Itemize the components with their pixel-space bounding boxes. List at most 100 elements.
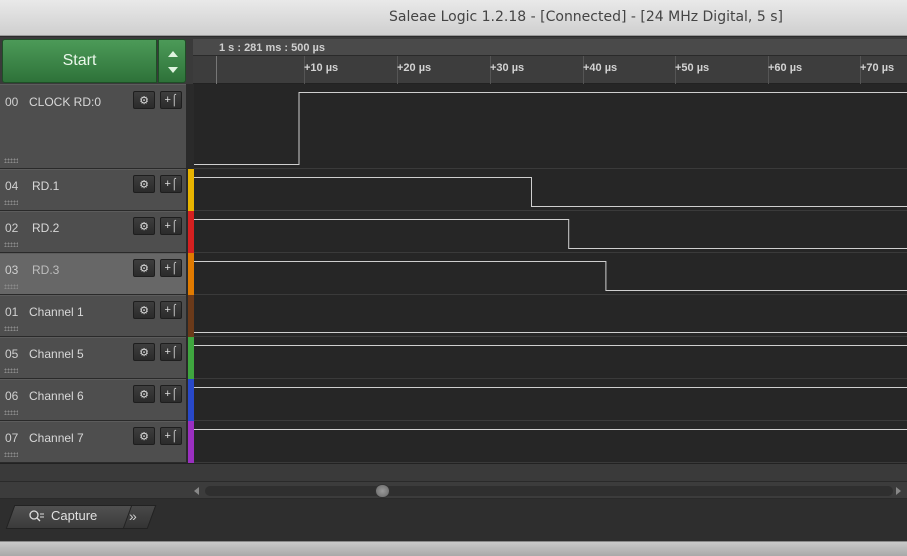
arrow-down-icon[interactable]: [168, 67, 178, 73]
channel-trigger-button[interactable]: +⌠: [160, 217, 182, 235]
trigger-edge-icon: +⌠: [164, 94, 178, 106]
channel-trigger-button[interactable]: +⌠: [160, 427, 182, 445]
start-button-label: Start: [62, 52, 97, 69]
gear-icon: ⚙: [139, 388, 149, 401]
channel-trigger-button[interactable]: +⌠: [160, 259, 182, 277]
channel-settings-button[interactable]: ⚙: [133, 217, 155, 235]
start-button[interactable]: Start: [2, 39, 157, 83]
channel-number: 00: [5, 95, 19, 109]
channel-trigger-button[interactable]: +⌠: [160, 301, 182, 319]
channel-row-00[interactable]: 00 CLOCK RD:0 ⚙ +⌠: [0, 84, 188, 169]
start-options-stepper[interactable]: [158, 39, 186, 83]
drag-grip-icon[interactable]: [4, 452, 18, 457]
channel-row-01[interactable]: 01 Channel 1 ⚙ +⌠: [0, 295, 188, 337]
arrow-up-icon[interactable]: [168, 51, 178, 57]
trigger-edge-icon: +⌠: [164, 304, 178, 316]
waveform-trace-02[interactable]: [194, 219, 907, 249]
capture-search-icon: [29, 509, 44, 521]
ruler-tick-label: +40 µs: [583, 62, 618, 74]
status-bar: [0, 541, 907, 556]
channel-settings-button[interactable]: ⚙: [133, 259, 155, 277]
drag-grip-icon[interactable]: [4, 368, 18, 373]
scroll-left-icon[interactable]: [194, 487, 199, 495]
channel-number: 01: [5, 305, 19, 319]
time-reference: 1 s : 281 ms : 500 µs: [219, 42, 326, 54]
channel-settings-button[interactable]: ⚙: [133, 385, 155, 403]
trigger-edge-icon: +⌠: [164, 262, 178, 274]
channel-row-06[interactable]: 06 Channel 6 ⚙ +⌠: [0, 379, 188, 421]
channel-name[interactable]: RD.2: [32, 221, 59, 235]
channel-row-05[interactable]: 05 Channel 5 ⚙ +⌠: [0, 337, 188, 379]
trigger-edge-icon: +⌠: [164, 346, 178, 358]
channel-settings-button[interactable]: ⚙: [133, 427, 155, 445]
drag-grip-icon[interactable]: [4, 326, 18, 331]
channel-name[interactable]: Channel 7: [29, 431, 84, 445]
waveform-area[interactable]: [194, 84, 907, 464]
channel-name[interactable]: Channel 6: [29, 389, 84, 403]
ruler-tick-label: +30 µs: [490, 62, 525, 74]
gear-icon: ⚙: [139, 262, 149, 275]
ruler-tick-label: +10 µs: [304, 62, 339, 74]
channel-trigger-button[interactable]: +⌠: [160, 343, 182, 361]
scroll-thumb[interactable]: [375, 484, 390, 498]
channel-name[interactable]: Channel 5: [29, 347, 84, 361]
channel-name[interactable]: RD.3: [32, 263, 59, 277]
channel-row-07[interactable]: 07 Channel 7 ⚙ +⌠: [0, 421, 188, 463]
trigger-edge-icon: +⌠: [164, 430, 178, 442]
scroll-right-icon[interactable]: [896, 487, 901, 495]
ruler-tick-label: +50 µs: [675, 62, 710, 74]
title-bar: Saleae Logic 1.2.18 - [Connected] - [24 …: [0, 0, 907, 36]
trigger-edge-icon: +⌠: [164, 178, 178, 190]
drag-grip-icon[interactable]: [4, 242, 18, 247]
scroll-track[interactable]: [205, 486, 893, 496]
channel-number: 03: [5, 263, 19, 277]
gear-icon: ⚙: [139, 220, 149, 233]
waveform-trace-03[interactable]: [194, 261, 907, 291]
channel-number: 06: [5, 389, 19, 403]
channel-number: 05: [5, 347, 19, 361]
window-title: Saleae Logic 1.2.18 - [Connected] - [24 …: [389, 9, 783, 25]
tab-more-icon[interactable]: »: [129, 508, 137, 524]
drag-grip-icon[interactable]: [4, 200, 18, 205]
channel-name[interactable]: Channel 1: [29, 305, 84, 319]
gear-icon: ⚙: [139, 346, 149, 359]
gear-icon: ⚙: [139, 304, 149, 317]
waveform-canvas[interactable]: [194, 84, 907, 464]
drag-grip-icon[interactable]: [4, 284, 18, 289]
ruler-tick-label: +70 µs: [860, 62, 895, 74]
time-ruler[interactable]: +10 µs +20 µs +30 µs +40 µs +50 µs +60 µ…: [193, 56, 907, 84]
trigger-edge-icon: +⌠: [164, 388, 178, 400]
channel-settings-button[interactable]: ⚙: [133, 343, 155, 361]
drag-grip-icon[interactable]: [4, 158, 18, 163]
annotation-strip: [0, 463, 907, 481]
channel-settings-button[interactable]: ⚙: [133, 91, 155, 109]
channel-number: 02: [5, 221, 19, 235]
channel-number: 04: [5, 179, 19, 193]
tab-capture[interactable]: Capture: [29, 508, 97, 523]
trigger-edge-icon: +⌠: [164, 220, 178, 232]
time-reference-bar: 1 s : 281 ms : 500 µs: [193, 39, 907, 56]
channel-settings-button[interactable]: ⚙: [133, 301, 155, 319]
channel-number: 07: [5, 431, 19, 445]
tab-capture-label: Capture: [51, 508, 98, 523]
ruler-cursor-marker[interactable]: [216, 56, 217, 84]
gear-icon: ⚙: [139, 178, 149, 191]
channel-settings-button[interactable]: ⚙: [133, 175, 155, 193]
channel-trigger-button[interactable]: +⌠: [160, 175, 182, 193]
waveform-trace-00[interactable]: [194, 92, 907, 165]
channel-trigger-button[interactable]: +⌠: [160, 91, 182, 109]
gear-icon: ⚙: [139, 94, 149, 107]
channel-trigger-button[interactable]: +⌠: [160, 385, 182, 403]
drag-grip-icon[interactable]: [4, 410, 18, 415]
channel-name[interactable]: CLOCK RD:0: [29, 95, 101, 109]
channel-name[interactable]: RD.1: [32, 179, 59, 193]
bottom-tab-bar: Capture »: [0, 499, 907, 541]
ruler-tick-label: +60 µs: [768, 62, 803, 74]
gear-icon: ⚙: [139, 430, 149, 443]
channel-row-03[interactable]: 03 RD.3 ⚙ +⌠: [0, 253, 188, 295]
ruler-tick-label: +20 µs: [397, 62, 432, 74]
waveform-trace-04[interactable]: [194, 177, 907, 207]
horizontal-scrollbar[interactable]: [0, 481, 907, 499]
channel-row-04[interactable]: 04 RD.1 ⚙ +⌠: [0, 169, 188, 211]
channel-row-02[interactable]: 02 RD.2 ⚙ +⌠: [0, 211, 188, 253]
